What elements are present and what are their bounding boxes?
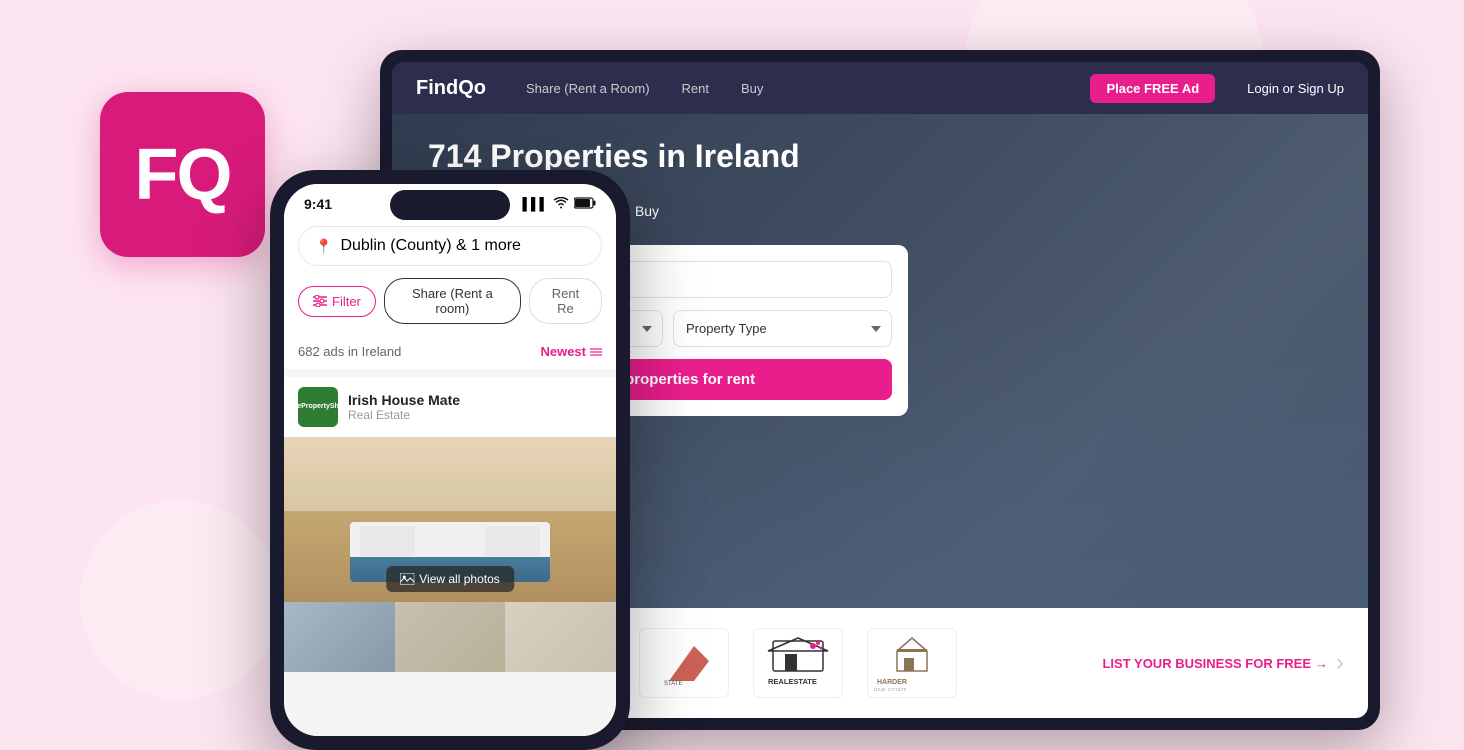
list-business-link[interactable]: LIST YOUR BUSINESS FOR FREE →	[1102, 656, 1328, 671]
nav-link-rent[interactable]: Rent	[682, 81, 709, 96]
pillow-right	[485, 526, 540, 556]
agency-name: Irish House Mate	[348, 392, 460, 408]
fq-logo-text: FQ	[135, 139, 231, 211]
nav-link-buy[interactable]: Buy	[741, 81, 763, 96]
place-free-ad-button[interactable]: Place FREE Ad	[1090, 74, 1215, 103]
tablet-nav: FindQo Share (Rent a Room) Rent Buy Plac…	[392, 62, 1368, 114]
business-logo-1: STATE Y NAME	[639, 628, 729, 698]
property-card-header: The Property Shop Irish House Mate Real …	[284, 377, 616, 437]
property-image: View all photos	[284, 437, 616, 602]
bg-circle-bottom	[80, 500, 280, 700]
property-shop-logo: The Property Shop	[298, 387, 338, 427]
svg-text:HARDER: HARDER	[877, 679, 907, 686]
phone-filter-row: Filter Share (Rent a room) Rent Re	[298, 278, 602, 324]
thumbnail-1	[284, 602, 395, 672]
phone-screen: 9:41 ▌▌▌	[284, 184, 616, 736]
phone-ads-header: 682 ads in Ireland Newest	[284, 334, 616, 369]
phone-share-button[interactable]: Share (Rent a room)	[384, 278, 521, 324]
business-logo-3: HARDER REAL ESTATE	[867, 628, 957, 698]
pillow-left	[360, 526, 415, 556]
room-wall	[284, 437, 616, 520]
phone-notch	[390, 190, 510, 220]
phone-filter-button[interactable]: Filter	[298, 286, 376, 317]
thumbnail-2	[395, 602, 506, 672]
battery-icon	[574, 197, 596, 212]
phone-clock: 9:41	[304, 196, 332, 212]
thumbnail-3	[505, 602, 616, 672]
tablet-brand: FindQo	[416, 77, 486, 100]
agency-type: Real Estate	[348, 408, 460, 422]
nav-link-share[interactable]: Share (Rent a Room)	[526, 81, 650, 96]
phone-status-icons: ▌▌▌	[522, 197, 596, 212]
login-or-signup-link[interactable]: Login or Sign Up	[1247, 81, 1344, 96]
property-type-dropdown[interactable]: Property Type	[673, 310, 892, 347]
phone-pin-icon: 📍	[315, 238, 332, 255]
agency-info: Irish House Mate Real Estate	[348, 392, 460, 422]
phone-location-bar[interactable]: 📍 Dublin (County) & 1 more	[298, 226, 602, 266]
business-logo-2: REALESTATE	[753, 628, 843, 698]
wifi-icon	[553, 197, 569, 212]
ads-count: 682 ads in Ireland	[298, 344, 401, 359]
phone-frame: 9:41 ▌▌▌	[270, 170, 630, 750]
carousel-next-icon[interactable]: ›	[1336, 649, 1344, 677]
fq-logo: FQ	[100, 92, 265, 257]
phone-search-area: 📍 Dublin (County) & 1 more Filter Share	[284, 216, 616, 334]
sort-newest[interactable]: Newest	[540, 344, 602, 359]
svg-text:REAL ESTATE: REAL ESTATE	[874, 688, 908, 691]
property-card[interactable]: The Property Shop Irish House Mate Real …	[284, 377, 616, 672]
phone-rent-button[interactable]: Rent Re	[529, 278, 602, 324]
property-thumbnails	[284, 602, 616, 672]
view-all-photos-button[interactable]: View all photos	[386, 566, 514, 592]
svg-text:STATE: STATE	[664, 681, 682, 686]
signal-icon: ▌▌▌	[522, 197, 548, 211]
phone-location-text: Dublin (County) & 1 more	[340, 237, 521, 255]
svg-text:REALESTATE: REALESTATE	[768, 677, 817, 686]
phone-listing-area: 682 ads in Ireland Newest The Property	[284, 334, 616, 736]
